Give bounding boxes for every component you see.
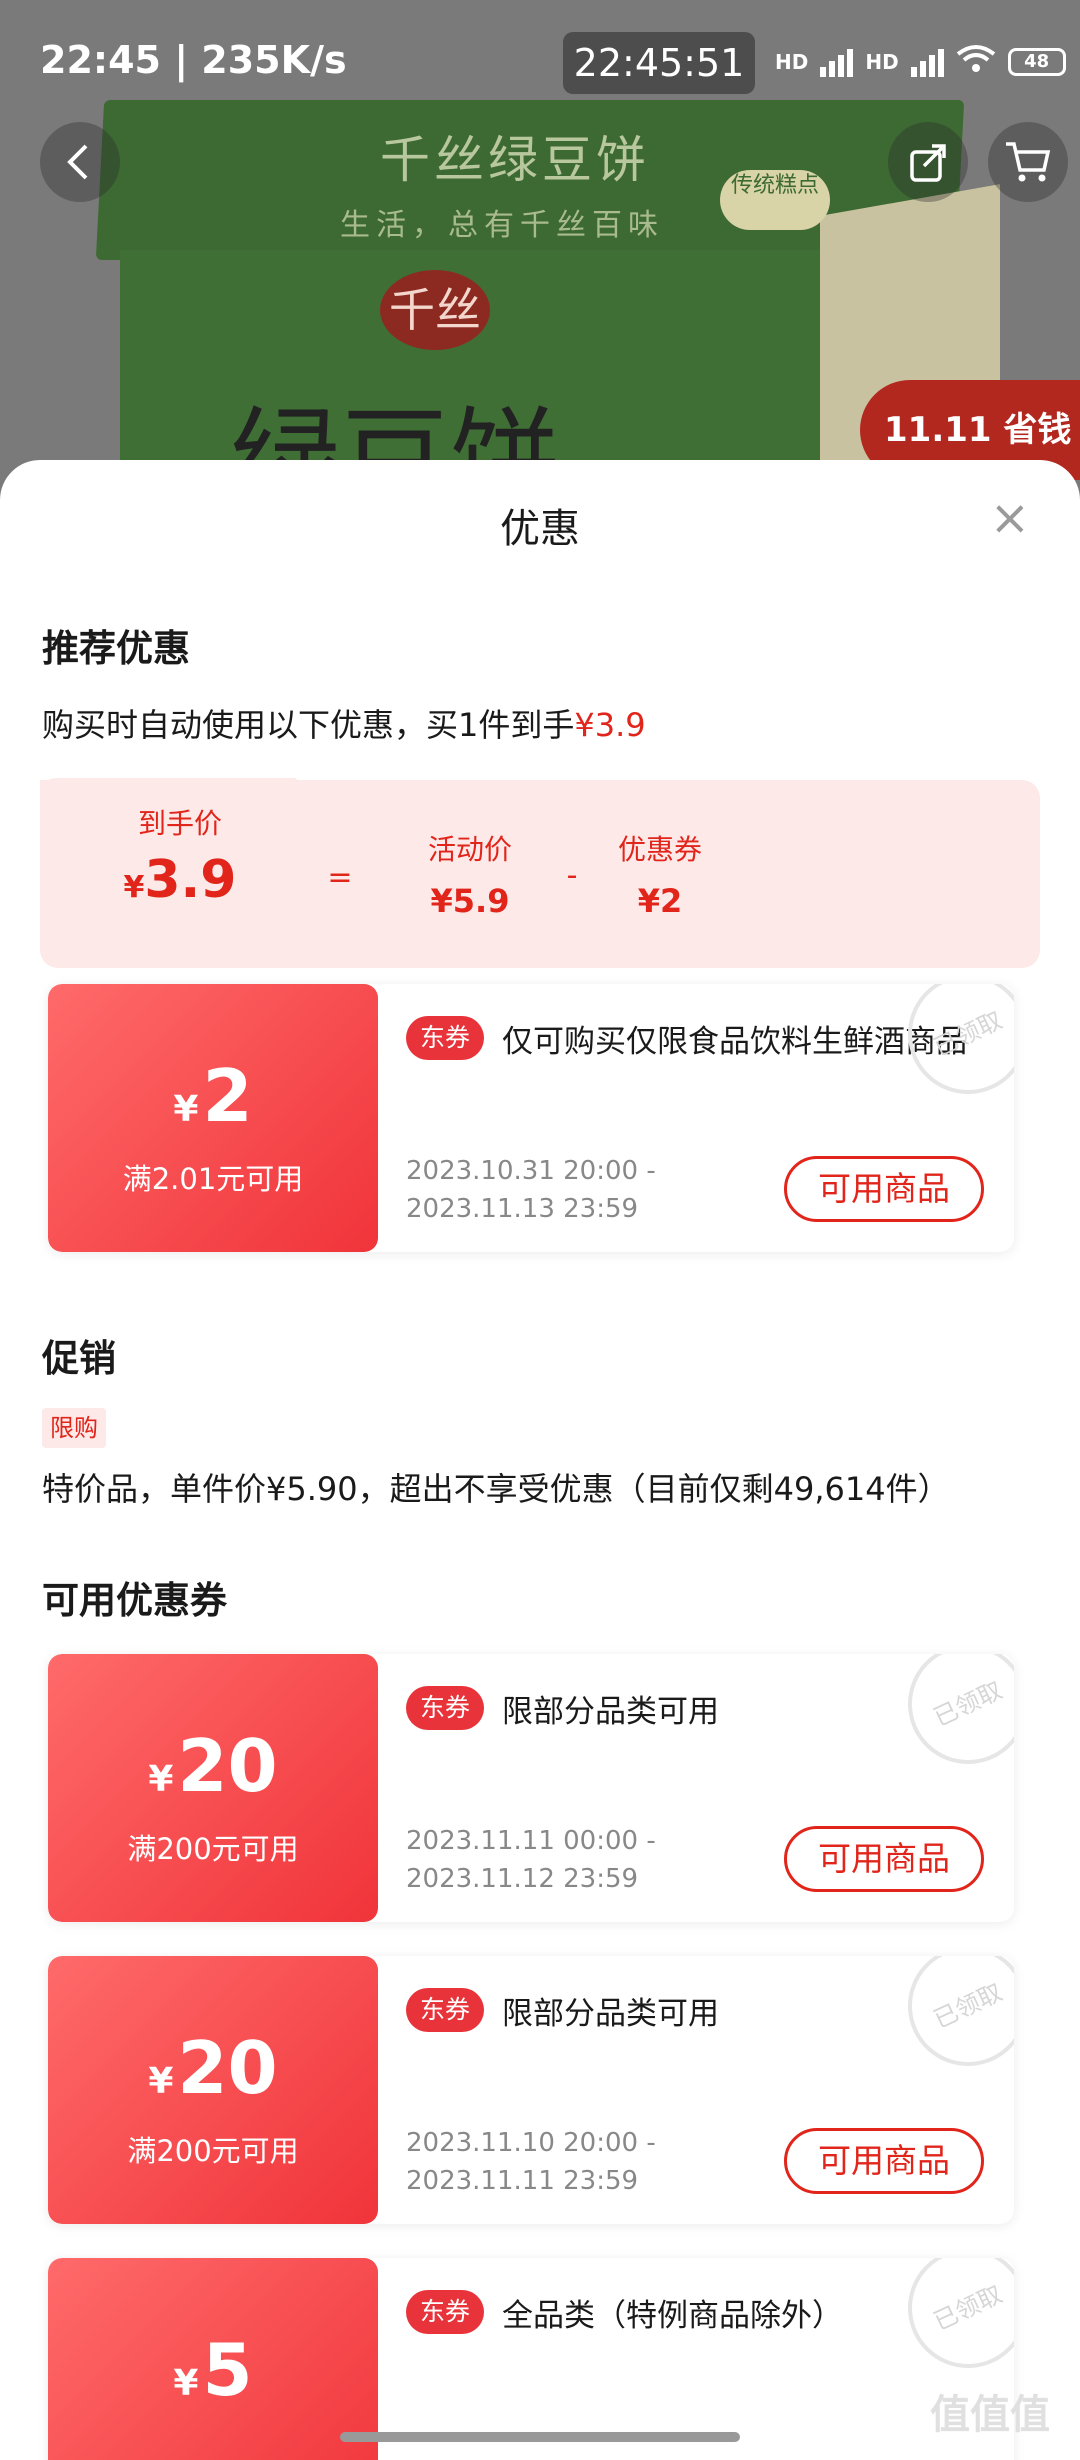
coupon-card[interactable]: ¥2 满2.01元可用 仅可购买仅限食品饮料生鲜酒商品 东券 2023.10.3… xyxy=(48,984,1014,1252)
coupon-amount: ¥20 xyxy=(48,1724,378,1808)
sheet-title: 优惠 xyxy=(500,506,580,552)
coupon-currency: ¥ xyxy=(173,1089,199,1130)
cart-icon xyxy=(1006,142,1051,182)
final-price-value: ¥3.9 xyxy=(100,850,260,910)
box-slogan-text: 生活，总有千丝百味 xyxy=(340,208,664,243)
price-breakdown: 到手价 ¥3.9 = 活动价 ¥5.9 - 优惠券 ¥2 xyxy=(40,780,1040,968)
network-hd-label-2: HD xyxy=(865,49,899,74)
coupon-validity: 2023.11.10 20:00 - 2023.11.11 23:59 xyxy=(406,2124,656,2200)
activity-price-label: 活动价 xyxy=(427,833,512,866)
equals-sign: = xyxy=(327,860,353,895)
coupon-date-start: 2023.10.31 20:00 - xyxy=(406,1156,656,1186)
minus-sign: - xyxy=(566,858,578,893)
coupon-currency: ¥ xyxy=(148,2061,174,2102)
battery-icon: 48 xyxy=(1007,47,1066,76)
coupon-amount: ¥2 xyxy=(48,1054,378,1138)
recommended-desc-price: ¥3.9 xyxy=(574,706,646,744)
coupon-discount-value: ¥2 xyxy=(637,882,683,920)
coupon-date-end: 2023.11.11 23:59 xyxy=(406,2166,639,2196)
available-products-button[interactable]: 可用商品 xyxy=(784,1156,984,1222)
coupon-card[interactable]: ¥20 满200元可用 限部分品类可用 东券 2023.11.11 00:00 … xyxy=(48,1654,1014,1922)
coupon-condition: 满2.01元可用 xyxy=(122,1162,304,1196)
coupon-title: 全品类（特例商品除外） xyxy=(502,2298,843,2334)
back-button[interactable] xyxy=(40,122,120,202)
signal-icon xyxy=(820,47,854,77)
coupon-date-start: 2023.11.11 00:00 - xyxy=(406,1826,656,1856)
coupon-discount-label: 优惠券 xyxy=(617,833,702,866)
final-price-currency: ¥ xyxy=(123,870,145,905)
box-badge: 传统糕点 xyxy=(720,170,830,230)
coupon-validity: 2023.11.11 00:00 - 2023.11.12 23:59 xyxy=(406,1822,656,1898)
activity-price-block: 活动价 ¥5.9 xyxy=(400,828,540,920)
coupon-value-panel: ¥20 满200元可用 xyxy=(48,1956,378,2224)
recommended-desc: 购买时自动使用以下优惠，买1件到手¥3.9 xyxy=(42,700,646,746)
coupon-title: 仅可购买仅限食品饮料生鲜酒商品 xyxy=(502,1024,967,1060)
purchase-limit-tag: 限购 xyxy=(42,1408,106,1448)
coupon-date-end: 2023.11.12 23:59 xyxy=(406,1864,639,1894)
coupon-date-start: 2023.11.10 20:00 - xyxy=(406,2128,656,2158)
signal-icon-2 xyxy=(910,47,944,77)
coupon-amount: ¥5 xyxy=(48,2328,378,2412)
coupon-amount-number: 5 xyxy=(202,2328,253,2412)
recommended-desc-text: 购买时自动使用以下优惠，买1件到手 xyxy=(42,706,575,744)
box-brand-text: 千丝绿豆饼 xyxy=(380,131,650,189)
coupon-card[interactable]: ¥5 全品类（特例商品除外） 东券 已领取 xyxy=(48,2258,1014,2460)
coupon-currency: ¥ xyxy=(173,2363,199,2404)
coupon-discount-block: 优惠券 ¥2 xyxy=(590,828,730,920)
coupon-condition: 满200元可用 xyxy=(127,2134,299,2168)
coupon-tag: 东券 xyxy=(406,1016,485,1060)
available-products-button[interactable]: 可用商品 xyxy=(784,2128,984,2194)
watermark: 值值值 xyxy=(930,2392,1050,2438)
status-icons: HD HD 48 xyxy=(775,44,1066,79)
status-bar: 22:45 | 235K/s 22:45:51 HD HD 48 xyxy=(0,0,1080,130)
clock-pill: 22:45:51 xyxy=(563,32,755,94)
final-price-number: 3.9 xyxy=(144,850,237,910)
promotion-desc: 特价品，单件价¥5.90，超出不享受优惠（目前仅剩49,614件） xyxy=(42,1470,950,1508)
share-button[interactable] xyxy=(888,122,968,202)
cart-button[interactable] xyxy=(988,122,1068,202)
activity-price-value: ¥5.9 xyxy=(430,882,510,920)
coupon-tag: 东券 xyxy=(406,1686,485,1730)
coupon-value-panel: ¥5 xyxy=(48,2258,378,2460)
promotion-heading: 促销 xyxy=(42,1337,116,1380)
available-products-button[interactable]: 可用商品 xyxy=(784,1826,984,1892)
coupon-value-panel: ¥2 满2.01元可用 xyxy=(48,984,378,1252)
coupon-amount-number: 20 xyxy=(177,2026,278,2110)
coupon-tag: 东券 xyxy=(406,2290,485,2334)
status-time-speed: 22:45 | 235K/s xyxy=(40,38,347,82)
network-hd-label: HD xyxy=(775,49,809,74)
coupon-condition: 满200元可用 xyxy=(127,1832,299,1866)
coupon-value-panel: ¥20 满200元可用 xyxy=(48,1654,378,1922)
back-icon xyxy=(67,144,88,180)
coupon-title: 限部分品类可用 xyxy=(502,1694,719,1730)
home-indicator[interactable] xyxy=(340,2432,740,2442)
coupon-validity: 2023.10.31 20:00 - 2023.11.13 23:59 xyxy=(406,1152,656,1228)
available-coupons-heading: 可用优惠券 xyxy=(42,1579,227,1622)
coupon-currency: ¥ xyxy=(148,1759,174,1800)
coupon-title: 限部分品类可用 xyxy=(502,1996,719,2032)
recommended-heading: 推荐优惠 xyxy=(42,627,190,670)
wifi-icon xyxy=(956,44,996,79)
coupon-card[interactable]: ¥20 满200元可用 限部分品类可用 东券 2023.11.10 20:00 … xyxy=(48,1956,1014,2224)
discount-sheet: 优惠 × 推荐优惠 购买时自动使用以下优惠，买1件到手¥3.9 到手价 ¥3.9… xyxy=(0,460,1080,2460)
coupon-amount-number: 2 xyxy=(202,1054,253,1138)
box-logo: 千丝 xyxy=(380,270,490,350)
share-icon xyxy=(910,144,946,182)
final-price-label: 到手价 xyxy=(137,807,222,840)
final-price-block: 到手价 ¥3.9 xyxy=(100,802,260,910)
coupon-tag: 东券 xyxy=(406,1988,485,2032)
close-icon[interactable]: × xyxy=(990,494,1030,542)
coupon-amount-number: 20 xyxy=(177,1724,278,1808)
coupon-amount: ¥20 xyxy=(48,2026,378,2110)
coupon-date-end: 2023.11.13 23:59 xyxy=(406,1194,639,1224)
